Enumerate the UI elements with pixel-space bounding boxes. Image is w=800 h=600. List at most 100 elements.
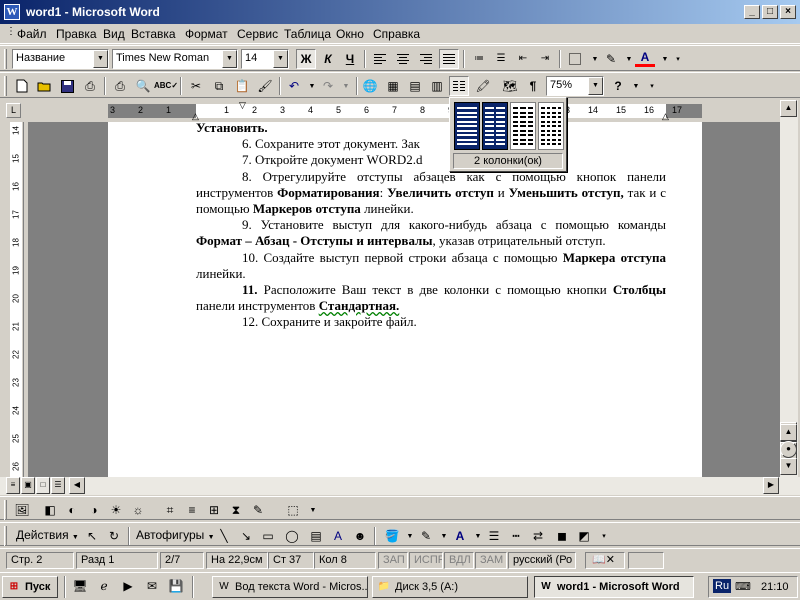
task-word-doc[interactable]: W Вод текста Word - Micros... <box>212 576 368 598</box>
text-wrapping-icon[interactable]: ⧗ <box>226 500 246 520</box>
scroll-up-icon[interactable]: ▲ <box>780 100 797 117</box>
align-left-icon[interactable] <box>370 49 390 69</box>
task-floppy[interactable]: 📁 Диск 3,5 (A:) <box>372 576 528 598</box>
minimize-button[interactable]: _ <box>744 5 760 19</box>
task-word1[interactable]: Wword1 - Microsoft Word <box>534 576 694 598</box>
compress-icon[interactable]: ⊞ <box>204 500 224 520</box>
more-brightness-icon[interactable]: ☀ <box>106 500 126 520</box>
browse-object-icon[interactable]: ● <box>780 441 797 458</box>
menu-insert[interactable]: Вставка <box>131 27 176 41</box>
less-brightness-icon[interactable]: ☼ <box>128 500 148 520</box>
text-box-icon[interactable]: ▤ <box>306 526 326 546</box>
toolbar-grip[interactable] <box>4 49 7 69</box>
numbered-list-icon[interactable]: ≔ <box>469 49 489 69</box>
font-select[interactable]: Times New Roman ▼ <box>112 49 238 69</box>
clock[interactable]: 21:10 <box>761 581 789 593</box>
fill-color-icon[interactable]: 🪣 <box>382 526 402 546</box>
four-columns-option[interactable] <box>538 102 564 150</box>
status-ovr[interactable]: ЗАМ <box>475 552 507 569</box>
menu-tools[interactable]: Сервис <box>237 27 278 41</box>
status-language[interactable]: русский (Ро <box>508 552 576 569</box>
insert-excel-icon[interactable]: ▥ <box>427 76 447 96</box>
web-layout-icon[interactable]: ▣ <box>21 477 35 494</box>
line-icon[interactable]: ╲ <box>214 526 234 546</box>
internet-explorer-icon[interactable]: ℯ <box>94 576 114 596</box>
right-indent-marker[interactable]: △ <box>662 111 669 122</box>
toolbar-grip[interactable] <box>4 76 7 96</box>
menu-file[interactable]: Файл <box>17 27 47 41</box>
new-document-icon[interactable] <box>12 76 32 96</box>
format-picture-icon[interactable]: ✎ <box>248 500 268 520</box>
line-style-icon[interactable]: ≡ <box>182 500 202 520</box>
justify-icon[interactable] <box>439 49 459 69</box>
style-select[interactable]: Название ▼ <box>12 49 109 69</box>
close-button[interactable]: × <box>780 5 796 19</box>
undo-icon[interactable]: ↶ <box>284 76 304 96</box>
scroll-left-icon[interactable]: ◀ <box>69 477 85 494</box>
drawing-icon[interactable]: 🖍 <box>473 76 493 96</box>
chevron-down-icon[interactable]: ▼ <box>303 500 323 520</box>
line-color-icon[interactable]: ✎ <box>416 526 436 546</box>
font-size-select[interactable]: 14 ▼ <box>241 49 289 69</box>
toolbar-options-icon[interactable]: ▾ <box>594 526 614 546</box>
line-style-icon[interactable]: ☰ <box>484 526 504 546</box>
maximize-button[interactable]: □ <box>762 5 778 19</box>
borders-icon[interactable] <box>565 49 585 69</box>
paste-icon[interactable]: 📋 <box>232 76 252 96</box>
zoom-select[interactable]: 75% ▼ <box>546 76 604 96</box>
scroll-right-icon[interactable]: ▶ <box>763 477 779 494</box>
outline-view-icon[interactable]: ☰ <box>51 477 65 494</box>
menu-help[interactable]: Справка <box>373 27 420 41</box>
more-contrast-icon[interactable]: ◐ <box>62 500 82 520</box>
menu-view[interactable]: Вид <box>103 27 125 41</box>
bold-button[interactable]: Ж <box>296 49 316 69</box>
next-page-icon[interactable]: ▼ <box>780 458 797 475</box>
horizontal-scrollbar[interactable]: ≡ ▣ □ ☰ ◀ ▶ <box>0 477 800 495</box>
insert-picture-icon[interactable]: 🖼 <box>12 500 32 520</box>
tab-selector-icon[interactable]: L <box>6 103 21 118</box>
menu-table[interactable]: Таблица <box>284 27 331 41</box>
dash-style-icon[interactable]: ┅ <box>506 526 526 546</box>
shadow-icon[interactable]: ◼ <box>552 526 572 546</box>
chevron-down-icon[interactable]: ▼ <box>222 50 237 68</box>
toolbar-grip[interactable] <box>4 526 7 546</box>
horizontal-ruler[interactable]: L 3211234567891011121314151617 ▽ △ △ <box>0 100 786 122</box>
copy-icon[interactable]: ⧉ <box>209 76 229 96</box>
italic-button[interactable]: К <box>318 49 338 69</box>
spelling-status-icon[interactable]: 📖✕ <box>585 552 625 569</box>
underline-button[interactable]: Ч <box>340 49 360 69</box>
status-ext[interactable]: ВДЛ <box>444 552 474 569</box>
document-area[interactable]: Установить. 6. Сохраните этот документ. … <box>28 122 780 477</box>
one-column-option[interactable] <box>454 102 480 150</box>
print-icon[interactable]: ⎙ <box>110 76 130 96</box>
free-rotate-icon[interactable]: ↻ <box>104 526 124 546</box>
arrow-style-icon[interactable]: ⇄ <box>528 526 548 546</box>
bulleted-list-icon[interactable]: ☰ <box>491 49 511 69</box>
word-app-icon[interactable]: W <box>4 4 20 20</box>
status-trk[interactable]: ИСПР <box>409 552 443 569</box>
save-icon[interactable] <box>57 76 77 96</box>
image-control-icon[interactable]: ◧ <box>40 500 60 520</box>
select-objects-icon[interactable]: ↖ <box>82 526 102 546</box>
quicklaunch-app-icon[interactable]: 💾 <box>166 576 186 596</box>
toolbar-options-icon[interactable]: ▾ <box>668 49 688 69</box>
three-columns-option[interactable] <box>510 102 536 150</box>
increase-indent-icon[interactable]: ⇥ <box>535 49 555 69</box>
3d-icon[interactable]: ◩ <box>574 526 594 546</box>
show-hide-pilcrow[interactable]: ¶ <box>523 76 543 96</box>
columns-icon[interactable] <box>449 76 469 96</box>
arrow-icon[interactable]: ↘ <box>236 526 256 546</box>
network-icon[interactable]: ⌨ <box>735 580 751 593</box>
menu-window[interactable]: Окно <box>336 27 364 41</box>
toolbar-options-icon[interactable]: ▾ <box>642 76 662 96</box>
normal-view-icon[interactable]: ≡ <box>6 477 20 494</box>
permission-icon[interactable]: ⎙ <box>80 76 100 96</box>
autoshapes-menu[interactable]: Автофигуры ▼ <box>136 528 215 542</box>
first-line-indent-marker[interactable]: ▽ <box>239 100 246 111</box>
language-indicator[interactable]: Ru <box>713 579 732 593</box>
format-painter-icon[interactable]: 🖌 <box>255 76 275 96</box>
outlook-icon[interactable]: ✉ <box>142 576 162 596</box>
hyperlink-icon[interactable]: 🌐 <box>360 76 380 96</box>
chevron-down-icon[interactable]: ▼ <box>273 50 288 68</box>
chevron-down-icon[interactable]: ▼ <box>336 76 356 96</box>
